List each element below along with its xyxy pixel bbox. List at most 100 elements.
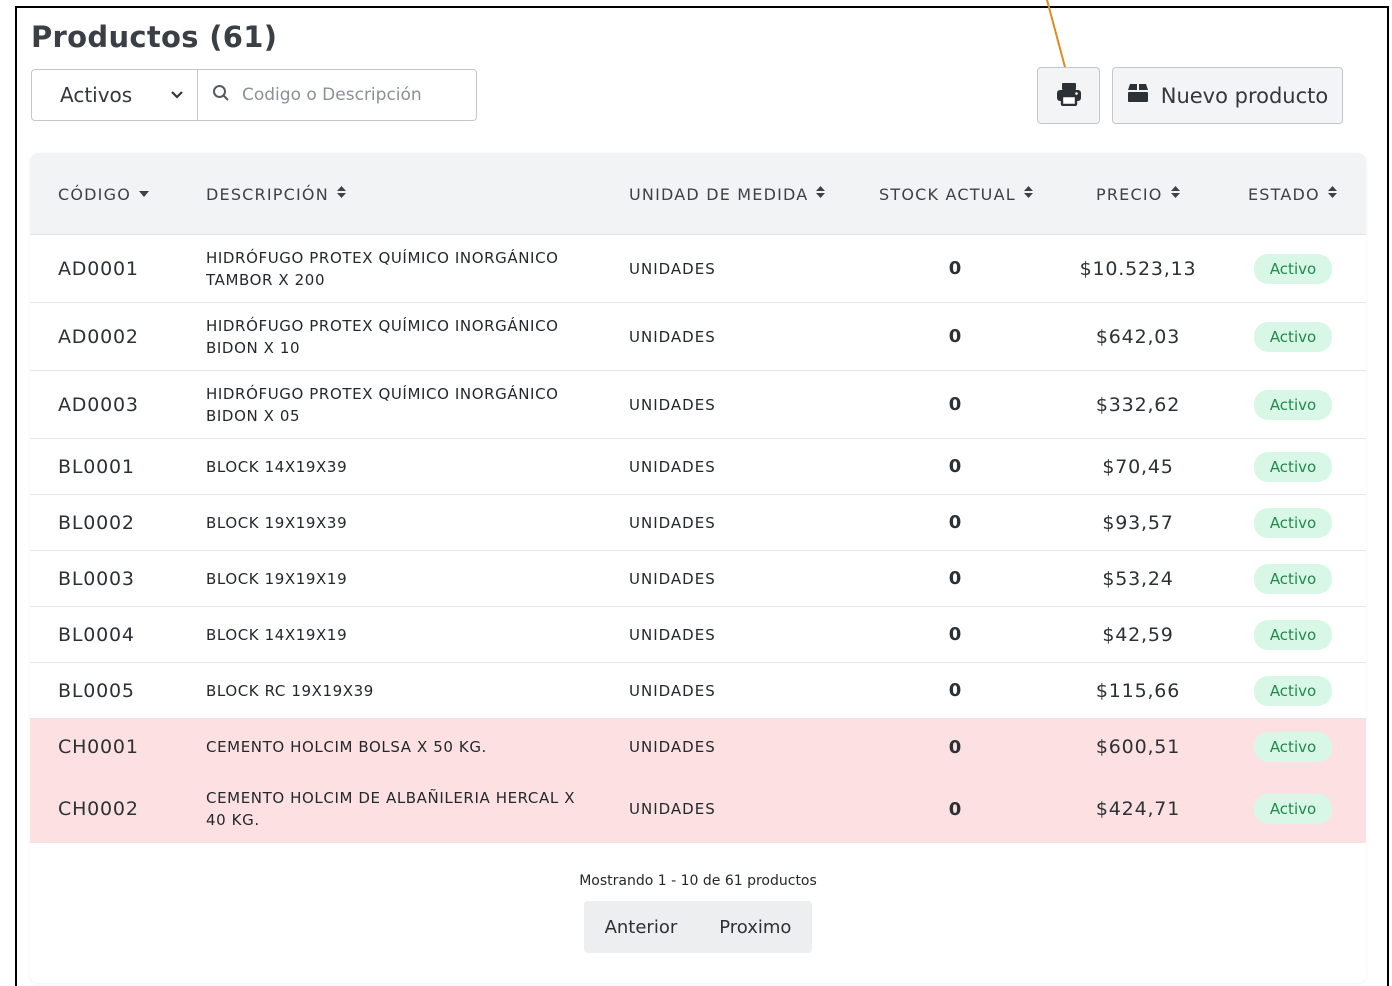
cell-description: BLOCK 19X19X19 [206,569,348,588]
cell-unit: UNIDADES [629,625,716,644]
cell-status: Activo [1252,607,1334,662]
sort-icon [336,186,346,202]
cell-stock: 0 [948,624,962,645]
print-button[interactable] [1037,67,1100,124]
column-header-description-label: DESCRIPCIÓN [206,184,329,204]
status-badge: Activo [1253,321,1333,352]
cell-description: HIDRÓFUGO PROTEX QUÍMICO INORGÁNICO TAMB… [206,248,559,289]
filter-bar: Activos [31,69,477,121]
cell-description: BLOCK 14X19X19 [206,625,348,644]
column-header-price[interactable]: PRECIO [1096,153,1180,235]
cell-code: CH0002 [58,798,139,820]
cell-unit: UNIDADES [629,800,716,818]
search-input[interactable] [242,85,472,105]
chevron-down-icon [171,87,183,103]
table-row[interactable]: BL0001 BLOCK 14X19X39 UNIDADES 0 $70,45 Activ… [30,439,1366,495]
column-header-status[interactable]: ESTADO [1248,153,1337,235]
table-row[interactable]: AD0002 HIDRÓFUGO PROTEX QUÍMICO INORGÁNIC… [30,303,1366,371]
column-header-stock-label: STOCK ACTUAL [879,184,1016,204]
status-badge: Activo [1253,507,1333,538]
table-row[interactable]: CH0002 CEMENTO HOLCIM DE ALBAÑILERIA HERC… [30,775,1366,843]
cell-status: Activo [1252,663,1334,718]
cell-price: $70,45 [1102,455,1174,478]
table-body: AD0001 HIDRÓFUGO PROTEX QUÍMICO INORGÁNIC… [30,235,1366,843]
table-row[interactable]: BL0004 BLOCK 14X19X19 UNIDADES 0 $42,59 Activ… [30,607,1366,663]
products-table: CÓDIGO DESCRIPCIÓN UNIDAD DE MEDIDA STOC… [30,153,1366,983]
search-icon [212,84,230,106]
pagination-summary: Mostrando 1 - 10 de 61 productos [579,873,817,889]
cell-code: AD0003 [58,393,139,416]
cell-code: AD0002 [58,325,139,348]
cell-description: BLOCK RC 19X19X39 [206,681,374,700]
table-row[interactable]: BL0002 BLOCK 19X19X39 UNIDADES 0 $93,57 Activ… [30,495,1366,551]
sort-desc-icon [139,187,149,202]
column-header-description[interactable]: DESCRIPCIÓN [206,153,346,235]
cell-code: BL0005 [58,679,135,702]
cell-status: Activo [1252,719,1334,775]
table-row[interactable]: AD0003 HIDRÓFUGO PROTEX QUÍMICO INORGÁNIC… [30,371,1366,439]
cell-code: BL0004 [58,623,135,646]
table-row[interactable]: CH0001 CEMENTO HOLCIM BOLSA X 50 KG. UNIDA… [30,719,1366,775]
cell-description: CEMENTO HOLCIM BOLSA X 50 KG. [206,738,487,756]
cell-code: BL0002 [58,511,135,534]
status-badge: Activo [1253,563,1333,594]
cell-price: $642,03 [1095,325,1181,348]
cell-status: Activo [1252,235,1334,302]
column-header-unit-label: UNIDAD DE MEDIDA [629,184,809,204]
table-row[interactable]: BL0005 BLOCK RC 19X19X39 UNIDADES 0 $115,66 A… [30,663,1366,719]
cell-price: $93,57 [1102,511,1174,534]
next-page-button[interactable]: Proximo [698,901,812,953]
previous-page-button[interactable]: Anterior [584,901,699,953]
column-header-status-label: ESTADO [1248,184,1320,204]
cell-stock: 0 [948,736,962,758]
cell-unit: UNIDADES [629,513,716,532]
status-badge: Activo [1253,451,1333,482]
cell-description: BLOCK 19X19X39 [206,513,348,532]
cell-description: CEMENTO HOLCIM DE ALBAÑILERIA HERCAL X 4… [206,789,576,829]
table-row[interactable]: AD0001 HIDRÓFUGO PROTEX QUÍMICO INORGÁNIC… [30,235,1366,303]
cell-price: $10.523,13 [1079,257,1197,280]
cell-description: HIDRÓFUGO PROTEX QUÍMICO INORGÁNICO BIDO… [206,384,559,425]
cell-stock: 0 [948,680,962,701]
column-header-code-label: CÓDIGO [58,184,131,204]
cell-description: HIDRÓFUGO PROTEX QUÍMICO INORGÁNICO BIDO… [206,316,559,357]
box-icon [1127,83,1149,108]
cell-code: BL0001 [58,455,135,478]
status-badge: Activo [1253,253,1333,284]
column-header-stock[interactable]: STOCK ACTUAL [879,153,1033,235]
table-header: CÓDIGO DESCRIPCIÓN UNIDAD DE MEDIDA STOC… [30,153,1366,235]
cell-unit: UNIDADES [629,681,716,700]
cell-unit: UNIDADES [629,569,716,588]
cell-stock: 0 [948,798,962,820]
status-badge: Activo [1253,675,1333,706]
new-product-button[interactable]: Nuevo producto [1112,67,1343,124]
status-select[interactable]: Activos [32,70,198,120]
cell-price: $424,71 [1095,798,1181,820]
new-product-label: Nuevo producto [1160,83,1329,108]
cell-description: BLOCK 14X19X39 [206,457,348,476]
sort-icon [1327,186,1337,202]
status-badge: Activo [1253,794,1333,824]
table-row[interactable]: BL0003 BLOCK 19X19X19 UNIDADES 0 $53,24 Activ… [30,551,1366,607]
column-header-unit[interactable]: UNIDAD DE MEDIDA [629,153,826,235]
cell-unit: UNIDADES [629,738,716,756]
status-badge: Activo [1253,389,1333,420]
cell-code: CH0001 [58,736,139,758]
cell-unit: UNIDADES [629,457,716,476]
cell-code: AD0001 [58,257,139,280]
cell-stock: 0 [948,258,962,279]
page-title: Productos (61) [31,20,278,54]
sort-icon [1023,186,1033,202]
cell-price: $42,59 [1102,623,1174,646]
column-header-price-label: PRECIO [1096,184,1163,204]
cell-status: Activo [1252,775,1334,843]
column-header-code[interactable]: CÓDIGO [58,153,149,235]
pagination: Mostrando 1 - 10 de 61 productos Anterio… [30,855,1366,953]
cell-stock: 0 [948,326,962,347]
cell-stock: 0 [948,512,962,533]
cell-stock: 0 [948,456,962,477]
cell-status: Activo [1252,303,1334,370]
cell-unit: UNIDADES [629,259,716,278]
cell-status: Activo [1252,439,1334,494]
cell-code: BL0003 [58,567,135,590]
